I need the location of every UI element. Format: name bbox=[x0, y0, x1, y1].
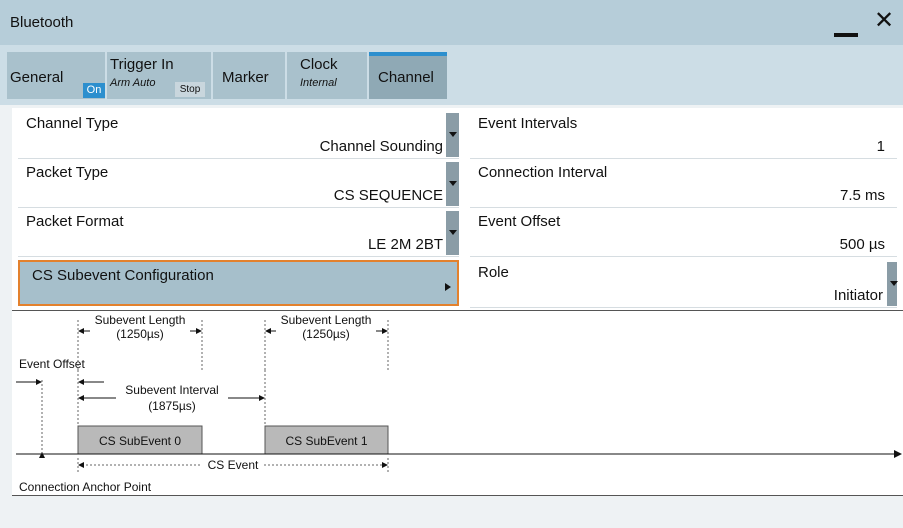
tab-label: Channel bbox=[378, 69, 434, 86]
packet-type-field[interactable]: Packet Type CS SEQUENCE bbox=[18, 160, 459, 208]
subevent-length-value: (1250µs) bbox=[302, 327, 350, 341]
title-bar: Bluetooth ✕ bbox=[0, 0, 903, 45]
subevent-length-value: (1250µs) bbox=[116, 327, 164, 341]
tab-trigger-in[interactable]: Trigger In Arm Auto Stop bbox=[107, 52, 211, 99]
tab-label: General bbox=[10, 69, 64, 86]
field-value: Channel Sounding bbox=[319, 138, 443, 155]
tab-sublabel: Arm Auto bbox=[110, 77, 156, 89]
tab-label: Clock bbox=[300, 56, 338, 73]
field-label: Packet Format bbox=[26, 213, 124, 230]
status-badge-on: On bbox=[83, 83, 105, 98]
chevron-down-icon[interactable] bbox=[446, 113, 459, 157]
cs-subevent-1-label: CS SubEvent 1 bbox=[285, 434, 368, 448]
timing-diagram: Subevent Length (1250µs) Subevent Length… bbox=[12, 310, 903, 496]
field-value: 500 µs bbox=[839, 236, 885, 253]
subevent-interval-value: (1875µs) bbox=[148, 399, 196, 413]
subevent-length-label: Subevent Length bbox=[280, 313, 372, 327]
tab-label: Trigger In bbox=[110, 56, 174, 73]
packet-format-field[interactable]: Packet Format LE 2M 2BT bbox=[18, 209, 459, 257]
field-value: LE 2M 2BT bbox=[367, 236, 443, 253]
chevron-down-icon[interactable] bbox=[446, 211, 459, 255]
tab-marker[interactable]: Marker bbox=[213, 52, 285, 99]
channel-type-field[interactable]: Channel Type Channel Sounding bbox=[18, 111, 459, 159]
chevron-down-icon[interactable] bbox=[887, 262, 898, 306]
anchor-point-label: Connection Anchor Point bbox=[19, 480, 152, 494]
tab-strip: General On Trigger In Arm Auto Stop Mark… bbox=[0, 45, 903, 105]
cs-event-label: CS Event bbox=[202, 458, 264, 472]
chevron-right-icon bbox=[445, 283, 451, 291]
role-field[interactable]: Role Initiator bbox=[470, 260, 898, 308]
event-offset-field[interactable]: Event Offset 500 µs bbox=[470, 209, 897, 257]
field-value: 1 bbox=[876, 138, 885, 155]
field-label: Event Intervals bbox=[478, 115, 578, 132]
status-badge-stop: Stop bbox=[175, 82, 205, 97]
chevron-down-icon[interactable] bbox=[446, 162, 459, 206]
cs-subevent-0-label: CS SubEvent 0 bbox=[98, 434, 182, 448]
window-title: Bluetooth bbox=[10, 14, 74, 31]
cs-subevent-configuration-button[interactable]: CS Subevent Configuration bbox=[18, 260, 459, 306]
field-label: Channel Type bbox=[26, 115, 119, 132]
event-offset-label: Event Offset bbox=[19, 357, 85, 371]
active-tab-indicator bbox=[369, 52, 447, 56]
subevent-interval-label: Subevent Interval bbox=[125, 383, 219, 397]
field-value: Initiator bbox=[833, 287, 883, 304]
tab-channel[interactable]: Channel bbox=[369, 52, 447, 99]
tab-sublabel: Internal bbox=[300, 77, 337, 89]
minimize-icon[interactable] bbox=[834, 33, 858, 37]
connection-interval-field[interactable]: Connection Interval 7.5 ms bbox=[470, 160, 897, 208]
field-value: CS SEQUENCE bbox=[333, 187, 443, 204]
field-label: Role bbox=[478, 264, 509, 281]
button-label: CS Subevent Configuration bbox=[32, 267, 214, 284]
field-label: Packet Type bbox=[26, 164, 109, 181]
tab-clock[interactable]: Clock Internal bbox=[287, 52, 367, 99]
field-value: 7.5 ms bbox=[839, 187, 885, 204]
close-icon[interactable]: ✕ bbox=[874, 9, 894, 33]
tab-label: Marker bbox=[222, 69, 269, 86]
field-label: Connection Interval bbox=[478, 164, 608, 181]
field-label: Event Offset bbox=[478, 213, 561, 230]
subevent-length-label: Subevent Length bbox=[94, 313, 186, 327]
event-intervals-field[interactable]: Event Intervals 1 bbox=[470, 111, 897, 159]
tab-general[interactable]: General On bbox=[7, 52, 105, 99]
